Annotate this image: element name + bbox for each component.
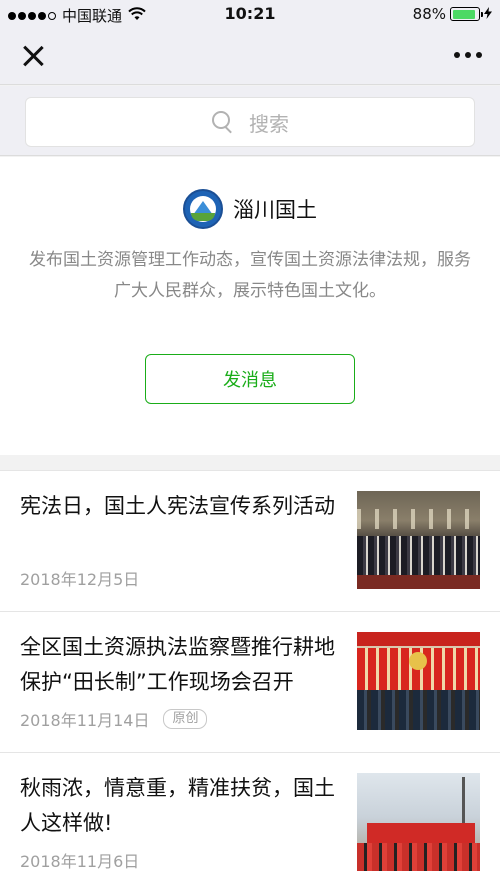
battery-icon bbox=[450, 7, 483, 21]
article-date: 2018年11月14日 bbox=[20, 711, 150, 730]
original-badge: 原创 bbox=[163, 709, 208, 729]
status-right: 88% bbox=[413, 5, 492, 23]
list-item[interactable]: 秋雨浓，情意重，精准扶贫，国土人这样做! 2018年11月6日 bbox=[0, 753, 500, 889]
account-logo-icon bbox=[183, 189, 223, 229]
battery-percent: 88% bbox=[412, 5, 446, 23]
search-input[interactable]: 搜索 bbox=[25, 97, 475, 147]
article-thumbnail bbox=[357, 632, 480, 730]
article-title: 全区国土资源执法监察暨推行耕地保护“田长制”工作现场会召开 bbox=[20, 635, 335, 694]
send-message-button[interactable]: 发消息 bbox=[145, 354, 355, 404]
status-bar: 中国联通 10:21 88% bbox=[0, 0, 500, 28]
account-name: 淄川国土 bbox=[233, 198, 317, 222]
nav-bar bbox=[0, 28, 500, 85]
list-item[interactable]: 全区国土资源执法监察暨推行耕地保护“田长制”工作现场会召开 2018年11月14… bbox=[0, 612, 500, 753]
list-item[interactable]: 宪法日，国土人宪法宣传系列活动 2018年12月5日 bbox=[0, 471, 500, 612]
article-meta: 2018年12月5日 bbox=[20, 566, 139, 590]
article-date: 2018年12月5日 bbox=[20, 570, 140, 589]
article-title: 秋雨浓，情意重，精准扶贫，国土人这样做! bbox=[20, 776, 335, 835]
article-list: 宪法日，国土人宪法宣传系列活动 2018年12月5日 全区国土资源执法监察暨推行… bbox=[0, 470, 500, 889]
profile-header: 淄川国土 bbox=[0, 189, 500, 229]
charging-icon bbox=[484, 6, 492, 22]
article-title: 宪法日，国土人宪法宣传系列活动 bbox=[20, 494, 335, 518]
article-thumbnail bbox=[357, 491, 480, 589]
account-description: 发布国土资源管理工作动态，宣传国土资源法律法规，服务广大人民群众，展示特色国土文… bbox=[29, 250, 471, 301]
search-area: 搜索 bbox=[0, 86, 500, 156]
article-thumbnail bbox=[357, 773, 480, 871]
article-meta: 2018年11月6日 bbox=[20, 848, 139, 872]
search-icon bbox=[211, 110, 235, 134]
article-meta: 2018年11月14日 原创 bbox=[20, 707, 208, 731]
close-icon[interactable] bbox=[18, 41, 48, 71]
search-placeholder: 搜索 bbox=[249, 111, 289, 136]
article-date: 2018年11月6日 bbox=[20, 852, 140, 871]
more-icon[interactable] bbox=[454, 52, 482, 58]
battery-fill bbox=[452, 9, 475, 19]
account-profile: 淄川国土 发布国土资源管理工作动态，宣传国土资源法律法规，服务广大人民群众，展示… bbox=[0, 157, 500, 455]
